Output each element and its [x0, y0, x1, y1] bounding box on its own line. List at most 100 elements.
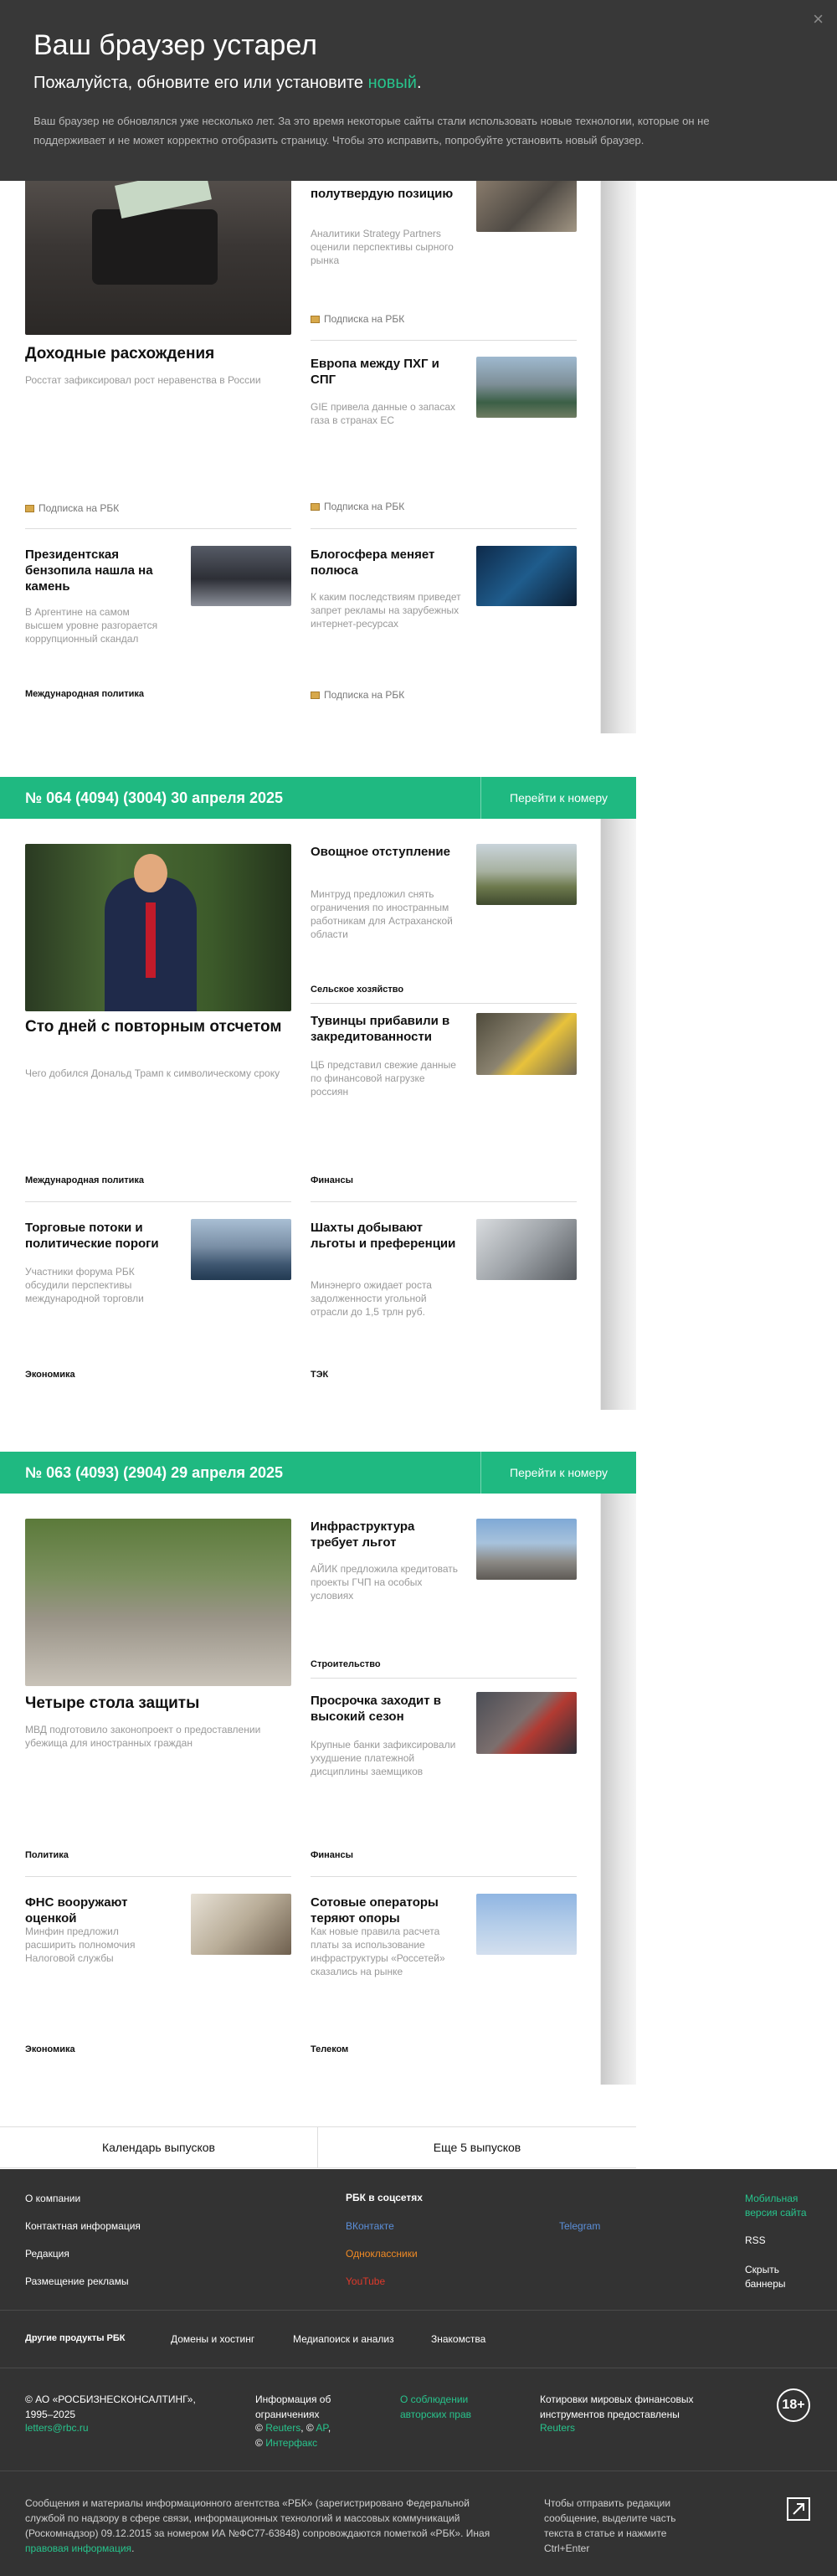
article-desc: Росстат зафиксировал рост неравенства в … — [25, 374, 261, 386]
article-title[interactable]: Торговые потоки и политические пороги — [25, 1220, 167, 1252]
article-card[interactable]: Овощное отступление Минтруд предложил сн… — [311, 819, 577, 995]
ap-link[interactable]: AP — [316, 2422, 327, 2434]
rubric-tag[interactable]: Телеком — [311, 2044, 348, 2054]
article-image — [476, 176, 577, 232]
article-desc: Аналитики Strategy Partners оценили перс… — [311, 228, 454, 266]
subscription-tag[interactable]: Подписка на РБК — [311, 689, 404, 701]
more-issues-button[interactable]: Еще 5 выпусков — [318, 2127, 636, 2167]
article-image — [476, 1519, 577, 1580]
article-image — [191, 1894, 291, 1955]
article-title[interactable]: Четыре стола защиты — [25, 1694, 291, 1713]
rss-link[interactable]: RSS — [745, 2234, 766, 2246]
issue-panel: Сто дней с повторным отсчетом Чего добил… — [0, 819, 601, 1410]
products-title: Другие продукты РБК — [25, 2333, 126, 2343]
arrow-icon — [793, 2503, 804, 2515]
article-image — [191, 1219, 291, 1280]
product-link-mediasearch[interactable]: Медиапоиск и анализ — [293, 2333, 394, 2345]
article-title[interactable]: Президентская бензопила нашла на камень — [25, 547, 167, 594]
social-ok-link[interactable]: Одноклассники — [346, 2248, 418, 2260]
rubric-tag[interactable]: Экономика — [25, 2044, 75, 2054]
article-card[interactable]: Шахты добывают льготы и преференции Минэ… — [311, 1201, 577, 1387]
article-image — [25, 1519, 291, 1686]
article-card[interactable]: Четыре стола защиты МВД подготовило зако… — [25, 1494, 291, 1867]
rubric-tag[interactable]: Финансы — [311, 1850, 353, 1860]
article-title[interactable]: Сто дней с повторным отсчетом — [25, 1017, 291, 1036]
article-desc: Как новые правила расчета платы за испол… — [311, 1926, 445, 1977]
issue-header: № 064 (4094) (3004) 30 апреля 2025 Перей… — [0, 777, 636, 819]
banner-description: Ваш браузер не обновлялся уже несколько … — [33, 115, 710, 147]
article-title[interactable]: Тувинцы прибавили в закредитованности — [311, 1013, 461, 1045]
hide-banners-link[interactable]: Скрыть баннеры — [745, 2263, 804, 2291]
new-browser-link[interactable]: новый — [368, 74, 417, 92]
article-card[interactable]: Европа между ПХГ и СПГ GIE привела данны… — [311, 340, 577, 520]
interfax-link[interactable]: Интерфакс — [265, 2437, 317, 2449]
social-youtube-link[interactable]: YouTube — [346, 2275, 385, 2287]
rubric-tag[interactable]: Сельское хозяйство — [311, 985, 403, 995]
legal-info-link[interactable]: правовая информация — [25, 2543, 131, 2554]
article-card[interactable]: Торговые потоки и политические пороги Уч… — [25, 1201, 291, 1387]
article-image — [476, 357, 577, 418]
agency-sources-2: © Интерфакс — [255, 2437, 318, 2449]
rubric-tag[interactable]: Экономика — [25, 1370, 75, 1380]
article-title[interactable]: полутвердую позицию — [311, 186, 461, 202]
rubric-tag[interactable]: ТЭК — [311, 1370, 328, 1380]
article-title[interactable]: Блогосфера меняет полюса — [311, 547, 461, 578]
rubric-tag[interactable]: Международная политика — [25, 1175, 144, 1185]
article-title[interactable]: Шахты добывают льготы и преференции — [311, 1220, 461, 1252]
article-desc: ЦБ представил свежие данные по финансово… — [311, 1059, 456, 1098]
social-telegram-link[interactable]: Telegram — [559, 2220, 600, 2232]
rubric-tag[interactable]: Строительство — [311, 1659, 381, 1669]
article-image — [191, 546, 291, 606]
subscription-tag[interactable]: Подписка на РБК — [25, 502, 119, 514]
article-title[interactable]: Овощное отступление — [311, 844, 461, 860]
rubric-tag[interactable]: Международная политика — [25, 689, 144, 699]
article-desc: Чего добился Дональд Трамп к символическ… — [25, 1067, 280, 1079]
close-icon[interactable]: × — [813, 8, 824, 30]
go-to-issue-button[interactable]: Перейти к номеру — [480, 1452, 636, 1494]
banner-title: Ваш браузер устарел — [33, 29, 317, 61]
footer-link-about[interactable]: О компании — [25, 2193, 80, 2204]
article-image — [25, 159, 291, 335]
article-title[interactable]: ФНС вооружают оценкой — [25, 1895, 167, 1926]
rubric-tag[interactable]: Финансы — [311, 1175, 353, 1185]
panel-shadow — [601, 1494, 636, 2085]
article-card[interactable]: Сотовые операторы теряют опоры Как новые… — [311, 1876, 577, 2062]
go-to-issue-button[interactable]: Перейти к номеру — [480, 777, 636, 819]
article-desc: Крупные банки зафиксировали ухудшение пл… — [311, 1739, 456, 1777]
article-card[interactable]: Тувинцы прибавили в закредитованности ЦБ… — [311, 1003, 577, 1192]
article-title[interactable]: Европа между ПХГ и СПГ — [311, 356, 461, 388]
mobile-version-link[interactable]: Мобильная версия сайта — [745, 2192, 820, 2220]
copyright: © АО «РОСБИЗНЕСКОНСАЛТИНГ», 1995–2025 — [25, 2393, 196, 2420]
restrictions-link[interactable]: Информация об ограничениях — [255, 2392, 347, 2422]
outdated-browser-banner: Ваш браузер устарел Пожалуйста, обновите… — [0, 0, 837, 181]
rubric-tag[interactable]: Политика — [25, 1850, 69, 1860]
footer-link-editorial[interactable]: Редакция — [25, 2248, 69, 2260]
copyright-rules-link[interactable]: О соблюдении авторских прав — [400, 2392, 492, 2422]
article-image — [476, 546, 577, 606]
subscription-tag[interactable]: Подписка на РБК — [311, 313, 404, 325]
expand-icon[interactable] — [787, 2497, 810, 2521]
article-title[interactable]: Доходные расхождения — [25, 344, 291, 363]
issue-number: № 064 (4094) (3004) 30 апреля 2025 — [25, 789, 284, 806]
quotes-source-link[interactable]: Reuters — [540, 2422, 575, 2434]
product-link-domains[interactable]: Домены и хостинг — [171, 2333, 254, 2345]
email-link[interactable]: letters@rbc.ru — [25, 2422, 89, 2434]
article-card[interactable]: Президентская бензопила нашла на камень … — [25, 528, 291, 708]
article-card[interactable]: Сто дней с повторным отсчетом Чего добил… — [25, 819, 291, 1192]
footer-link-ads[interactable]: Размещение рекламы — [25, 2275, 129, 2287]
subscription-tag[interactable]: Подписка на РБК — [311, 501, 404, 512]
footer-link-contacts[interactable]: Контактная информация — [25, 2220, 141, 2232]
article-title[interactable]: Сотовые операторы теряют опоры — [311, 1895, 461, 1926]
social-vk-link[interactable]: ВКонтакте — [346, 2220, 394, 2232]
subscription-icon — [311, 316, 320, 324]
article-title[interactable]: Инфраструктура требует льгот — [311, 1519, 461, 1550]
article-card[interactable]: ФНС вооружают оценкой Минфин предложил р… — [25, 1876, 291, 2062]
article-card[interactable]: Просрочка заходит в высокий сезон Крупны… — [311, 1678, 577, 1867]
product-link-dating[interactable]: Знакомства — [431, 2333, 485, 2345]
calendar-button[interactable]: Календарь выпусков — [0, 2127, 318, 2167]
article-title[interactable]: Просрочка заходит в высокий сезон — [311, 1693, 461, 1725]
reuters-link[interactable]: Reuters — [265, 2422, 300, 2434]
article-card[interactable]: Инфраструктура требует льгот АЙИК предло… — [311, 1494, 577, 1669]
article-card[interactable]: Блогосфера меняет полюса К каким последс… — [311, 528, 577, 708]
article-image — [476, 1692, 577, 1754]
